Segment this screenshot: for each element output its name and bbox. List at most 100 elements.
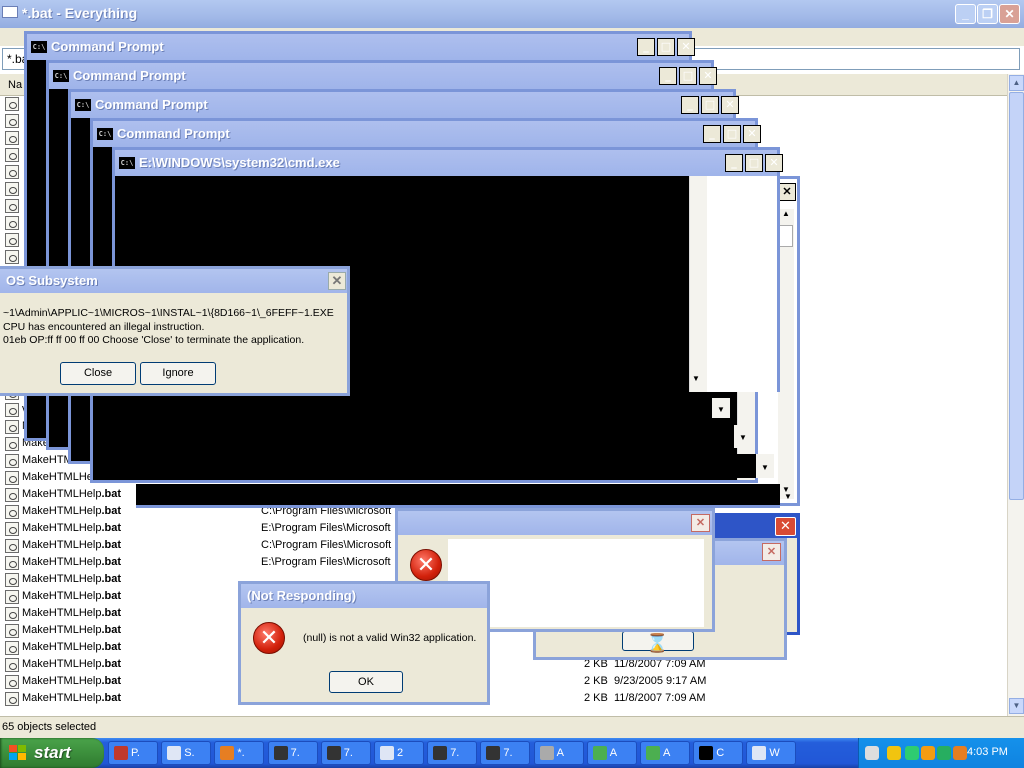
batch-file-icon (5, 471, 19, 485)
file-name: MakeHTMLHelp.bat (22, 590, 121, 602)
dialog-title-bar[interactable]: OS Subsystem ✕ (0, 269, 347, 293)
taskbar-app-icon (220, 746, 235, 760)
table-row[interactable]: MakeHTMLHelp.bat 2 KB 9/23/2005 9:17 AM (0, 674, 1006, 691)
table-row[interactable]: MakeHTMLHelp.bat 2 KB 11/8/2007 7:09 AM (0, 691, 1006, 708)
batch-file-icon (5, 199, 19, 213)
safely-remove-icon[interactable] (937, 746, 951, 760)
batch-file-icon (5, 556, 19, 570)
taskbar-button[interactable]: 7. (480, 741, 531, 765)
name-column-header[interactable]: Na (8, 79, 22, 91)
close-button[interactable]: ✕ (721, 96, 739, 114)
start-button[interactable]: start (0, 738, 104, 768)
scroll-thumb[interactable] (779, 225, 793, 247)
file-name-base: MakeHTMLHelp (22, 607, 102, 619)
taskbar-button[interactable]: W (746, 741, 797, 765)
file-name-base: MakeHTMLHelp (22, 573, 102, 585)
scroll-thumb[interactable] (1009, 92, 1024, 500)
ignore-button[interactable]: Ignore (140, 362, 216, 385)
taskbar-app-icon (380, 746, 394, 760)
cmd-title-bar[interactable]: C:\ E:\WINDOWS\system32\cmd.exe _ □ ✕ (115, 150, 783, 176)
scroll-down-arrow-icon[interactable]: ▼ (734, 425, 752, 448)
minimize-button[interactable]: _ (725, 154, 743, 172)
file-name: MakeHTMLHelp.bat (22, 658, 121, 670)
file-name: MakeHTMLHelp.bat (22, 607, 121, 619)
os-subsystem-dialog[interactable]: OS Subsystem ✕ ~1\Admin\APPLIC~1\MICROS~… (0, 266, 350, 396)
cmd-title-bar[interactable]: C:\ Command Prompt _ □ ✕ (93, 121, 761, 147)
taskbar-button[interactable]: *. (214, 741, 265, 765)
scroll-down-arrow-icon[interactable]: ▼ (692, 374, 700, 383)
cmd-scrollbar[interactable]: ▲ ▼ (778, 209, 794, 499)
minimize-button[interactable]: _ (703, 125, 721, 143)
keyboard-icon[interactable] (865, 746, 879, 760)
taskbar-button-label: W (769, 747, 780, 759)
taskbar-button[interactable]: A (586, 741, 637, 765)
everything-title-bar[interactable]: *.bat - Everything _ ❐ ✕ (0, 0, 1024, 28)
close-icon[interactable]: ✕ (775, 517, 796, 536)
taskbar-button[interactable]: S. (161, 741, 212, 765)
cmd-title-bar[interactable]: C:\ Command Prompt _ □ ✕ (49, 63, 717, 89)
cmd-title: Command Prompt (117, 126, 230, 141)
maximize-button[interactable]: □ (745, 154, 763, 172)
close-icon[interactable]: ✕ (328, 272, 346, 290)
security-shield-icon[interactable] (921, 746, 935, 760)
file-date: 11/8/2007 7:09 AM (614, 692, 706, 704)
minimize-button[interactable]: _ (637, 38, 655, 56)
taskbar-button[interactable]: C (693, 741, 744, 765)
dialog-title-bar[interactable] (398, 511, 712, 535)
dialog-title-bar[interactable]: (Not Responding) (241, 584, 487, 608)
minimize-button[interactable]: _ (659, 67, 677, 85)
scroll-down-arrow-icon[interactable]: ▼ (780, 488, 796, 506)
taskbar-button[interactable]: A (640, 741, 690, 765)
maximize-button[interactable]: ❐ (977, 4, 998, 24)
scroll-up-arrow-icon[interactable]: ▲ (779, 209, 793, 223)
taskbar-button[interactable]: 2 (374, 741, 424, 765)
taskbar-button-label: A (663, 747, 671, 759)
maximize-button[interactable]: □ (679, 67, 697, 85)
close-button[interactable]: ✕ (743, 125, 761, 143)
speaker-icon[interactable] (953, 746, 967, 760)
maximize-button[interactable]: □ (701, 96, 719, 114)
maximize-button[interactable]: □ (723, 125, 741, 143)
taskbar-button-label: C (716, 747, 725, 759)
results-scrollbar[interactable]: ▲ ▼ (1007, 74, 1024, 716)
bluetooth-icon[interactable] (905, 746, 919, 760)
close-button[interactable]: ✕ (778, 183, 796, 201)
batch-file-icon (5, 233, 19, 247)
file-name-base: MakeHTMLHelp (22, 505, 102, 517)
close-button[interactable]: ✕ (677, 38, 695, 56)
cmd-scrollbar[interactable]: ▼ (689, 176, 707, 392)
taskbar-button[interactable]: 7. (320, 741, 371, 765)
taskbar-button[interactable]: 7. (267, 741, 318, 765)
close-icon[interactable]: ✕ (762, 543, 781, 561)
taskbar-button[interactable]: 7. (427, 741, 478, 765)
table-row[interactable]: MakeHTMLHelp.bat 2 KB 11/8/2007 7:09 AM (0, 657, 1006, 674)
maximize-button[interactable]: □ (657, 38, 675, 56)
batch-file-icon (5, 97, 19, 111)
minimize-button[interactable]: _ (955, 4, 976, 24)
not-responding-dialog[interactable]: (Not Responding) ✕ (null) is not a valid… (238, 581, 490, 705)
close-icon[interactable]: ✕ (691, 514, 710, 532)
ok-button[interactable]: OK (329, 671, 403, 693)
scroll-down-arrow-icon[interactable]: ▼ (1009, 698, 1024, 714)
table-row[interactable]: MakeHTMLHelp.bat (0, 640, 1006, 657)
cmd-title-bar[interactable]: C:\ Command Prompt _ □ ✕ (71, 92, 739, 118)
scroll-down-arrow-icon[interactable]: ▼ (712, 398, 730, 418)
close-button[interactable]: Close (60, 362, 136, 385)
taskbar-button[interactable]: P. (108, 741, 158, 765)
close-button[interactable]: ✕ (765, 154, 783, 172)
close-button[interactable]: ✕ (699, 67, 717, 85)
minimize-button[interactable]: _ (681, 96, 699, 114)
clock[interactable]: 4:03 PM (967, 746, 1008, 758)
file-name: MakeHTMLHelp.bat (22, 522, 121, 534)
scroll-up-arrow-icon[interactable]: ▲ (1009, 75, 1024, 91)
start-label: start (34, 743, 71, 762)
close-button[interactable]: ✕ (999, 4, 1020, 24)
taskbar-button[interactable]: A (533, 741, 584, 765)
file-name: MakeHTMLHelp.bat (22, 573, 121, 585)
cmd-title-bar[interactable]: C:\ Command Prompt _ □ ✕ (27, 34, 695, 60)
scroll-down-arrow-icon[interactable]: ▼ (756, 454, 774, 478)
taskbar-button-label: *. (237, 747, 245, 759)
network-icon[interactable] (887, 746, 901, 760)
file-name: MakeHTMLHelp.bat (22, 641, 121, 653)
file-name-base: MakeHTMLHelp (22, 488, 102, 500)
